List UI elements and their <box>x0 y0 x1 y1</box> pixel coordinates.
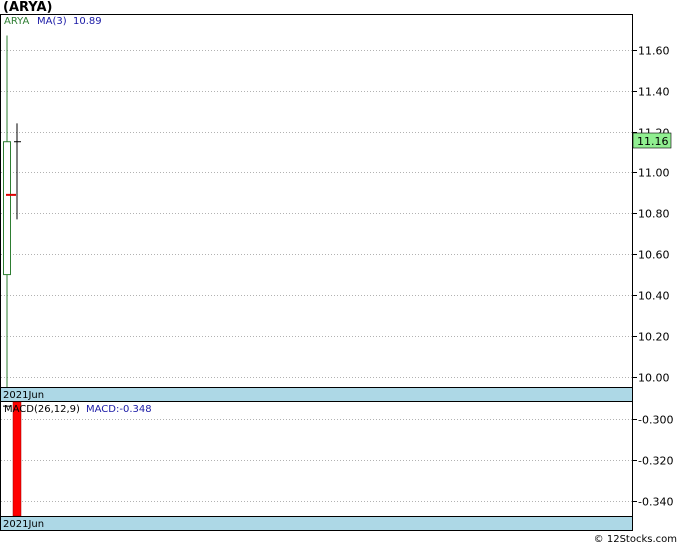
stock-chart: (ARYA) 10.00 10.20 10.40 10.60 10.80 11.00 11.… <box>0 0 677 545</box>
price-date-label: 2021Jun <box>3 390 44 401</box>
macd-legend-value: MACD:-0.348 <box>86 404 152 415</box>
price-panel: 10.0010.2010.4010.6010.8011.0011.2011.40… <box>0 14 672 402</box>
price-tick-label: 11.40 <box>638 86 670 99</box>
macd-axis-ticks: -0.300 -0.320 -0.340 <box>632 414 673 509</box>
footer-copyright: © 12Stocks.com <box>594 534 677 545</box>
macd-legend: MACD(26,12,9) MACD:-0.348 <box>4 404 152 415</box>
macd-bar <box>12 401 22 517</box>
legend-ma-label: MA(3) <box>37 16 67 27</box>
macd-date-band <box>0 516 633 531</box>
last-value-label: 11.16 <box>632 132 672 149</box>
price-axis-ticks: 10.0010.2010.4010.6010.8011.0011.2011.40… <box>632 45 670 385</box>
candle-body <box>3 141 11 276</box>
price-tick-label: 10.40 <box>638 290 670 303</box>
price-tick-label: 11.00 <box>638 167 670 180</box>
chart-title: (ARYA) <box>3 0 52 15</box>
macd-legend-label: MACD(26,12,9) <box>4 404 80 415</box>
macd-tick-label: -0.340 <box>638 496 673 509</box>
price-tick-label: 10.20 <box>638 331 670 344</box>
macd-panel-frame <box>0 401 633 531</box>
legend-symbol: ARYA <box>4 16 29 27</box>
macd-tick-label: -0.320 <box>638 455 673 468</box>
macd-tick-label: -0.300 <box>638 414 673 427</box>
price-tick-label: 10.80 <box>638 208 670 221</box>
price-tick-label: 11.60 <box>638 45 670 58</box>
legend-ma-value: 10.89 <box>73 16 102 27</box>
price-tick-label: 10.60 <box>638 249 670 262</box>
price-tick-label: 10.00 <box>638 372 670 385</box>
macd-date-label: 2021Jun <box>3 519 44 530</box>
last-value-text: 11.16 <box>637 135 669 148</box>
price-date-band <box>0 387 633 402</box>
price-panel-frame <box>0 14 633 402</box>
macd-panel: -0.300 -0.320 -0.340 MACD(26,12,9) MACD:-0… <box>0 401 673 531</box>
price-legend: ARYA MA(3) 10.89 <box>4 16 102 27</box>
